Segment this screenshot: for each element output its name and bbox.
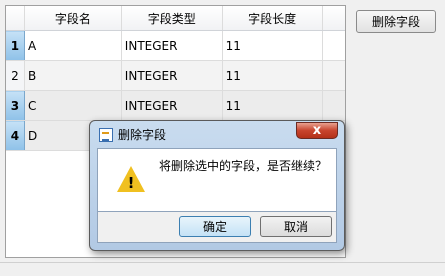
column-header-field-type[interactable]: 字段类型 — [121, 6, 223, 31]
close-button[interactable]: x — [296, 122, 338, 139]
row-number[interactable]: 2 — [6, 60, 25, 91]
cell-filler — [322, 60, 345, 91]
cell-field-length[interactable]: 11 — [222, 30, 323, 61]
cell-filler — [322, 90, 345, 121]
table-row[interactable]: 2 B INTEGER 11 — [6, 60, 345, 91]
delete-field-dialog: 删除字段 x ! 将删除选中的字段，是否继续？ 确定 取消 — [89, 120, 345, 251]
table-row[interactable]: 3 C INTEGER 11 — [6, 90, 345, 121]
cell-filler — [322, 30, 345, 61]
row-number[interactable]: 4 — [6, 120, 25, 151]
dialog-message: 将删除选中的字段，是否继续？ — [159, 159, 328, 173]
delete-field-button[interactable]: 删除字段 — [356, 10, 436, 33]
column-header-field-length[interactable]: 字段长度 — [222, 6, 323, 31]
column-header-field-name[interactable]: 字段名 — [24, 6, 122, 31]
grid-corner-header — [6, 6, 25, 31]
cell-field-type[interactable]: INTEGER — [121, 30, 223, 61]
cell-field-name[interactable]: A — [24, 30, 122, 61]
cancel-button[interactable]: 取消 — [260, 216, 332, 237]
status-strip — [0, 262, 445, 276]
cell-field-length[interactable]: 11 — [222, 90, 323, 121]
cell-field-name[interactable]: B — [24, 60, 122, 91]
cell-field-name[interactable]: C — [24, 90, 122, 121]
dialog-footer: 确定 取消 — [97, 212, 337, 243]
cell-field-type[interactable]: INTEGER — [121, 90, 223, 121]
dialog-body: ! 将删除选中的字段，是否继续？ — [97, 148, 337, 212]
row-number[interactable]: 1 — [6, 30, 25, 61]
cell-field-type[interactable]: INTEGER — [121, 60, 223, 91]
table-row[interactable]: 1 A INTEGER 11 — [6, 30, 345, 61]
row-number[interactable]: 3 — [6, 90, 25, 121]
ok-button[interactable]: 确定 — [179, 216, 251, 237]
dialog-title: 删除字段 — [118, 128, 167, 142]
cell-field-length[interactable]: 11 — [222, 60, 323, 91]
warning-icon-mark: ! — [127, 174, 135, 192]
column-header-filler — [322, 6, 345, 31]
app-icon — [99, 128, 113, 142]
